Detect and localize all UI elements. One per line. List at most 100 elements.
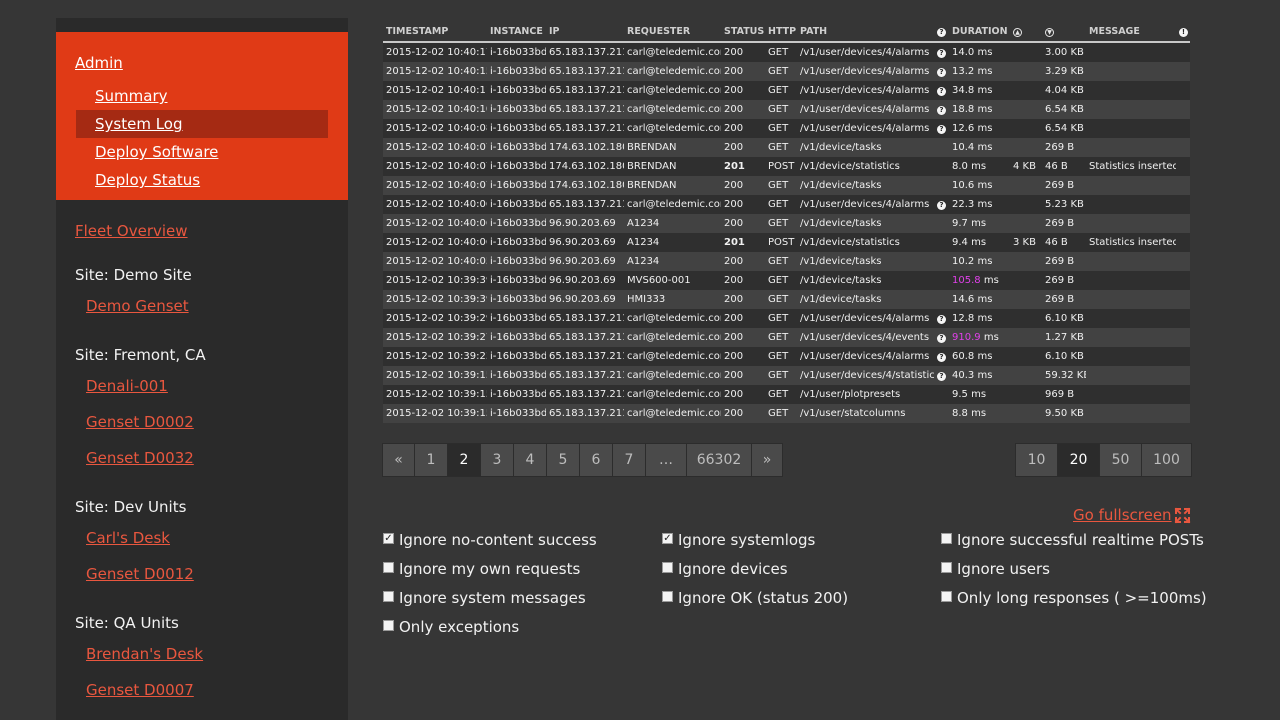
filter-option[interactable]: Ignore devices — [662, 559, 788, 579]
device-link-brendans-desk[interactable]: Brendan's Desk — [86, 645, 203, 663]
query-icon[interactable]: ? — [937, 334, 946, 343]
page-button[interactable]: 1 — [414, 443, 448, 477]
page-size-button-current[interactable]: 20 — [1057, 443, 1100, 477]
checkbox[interactable] — [941, 532, 952, 544]
table-row[interactable]: 2015-12-02 10:39:39 i-16b033bd 96.90.203.6… — [383, 290, 1190, 309]
query-icon[interactable]: ? — [937, 87, 946, 96]
filter-option[interactable]: Ignore users — [941, 559, 1050, 579]
table-row[interactable]: 2015-12-02 10:40:05 i-16b033bd 96.90.203.6… — [383, 252, 1190, 271]
table-row[interactable]: 2015-12-02 10:40:17 i-16b033bd 65.183.137.… — [383, 42, 1190, 62]
table-row[interactable]: 2015-12-02 10:40:07 i-16b033bd 174.63.102.… — [383, 157, 1190, 176]
device-link-genset-d0002[interactable]: Genset D0002 — [86, 413, 194, 431]
cell-ip: 65.183.137.211 — [546, 309, 624, 328]
table-row[interactable]: 2015-12-02 10:39:15 i-16b033bd 65.183.137.… — [383, 366, 1190, 385]
query-icon[interactable]: ? — [937, 353, 946, 362]
table-row[interactable]: 2015-12-02 10:39:39 i-16b033bd 96.90.203.6… — [383, 271, 1190, 290]
table-row[interactable]: 2015-12-02 10:40:10 i-16b033bd 65.183.137.… — [383, 100, 1190, 119]
col-header-upload[interactable]: ▲ — [1010, 22, 1042, 43]
col-header-download[interactable]: ▼ — [1042, 22, 1086, 43]
device-link-genset-d0007[interactable]: Genset D0007 — [86, 681, 194, 699]
table-row[interactable]: 2015-12-02 10:40:07 i-16b033bd 174.63.102.… — [383, 176, 1190, 195]
checkbox[interactable] — [941, 561, 952, 573]
device-link-denali-001[interactable]: Denali-001 — [86, 377, 168, 395]
admin-item-deploy-status[interactable]: Deploy Status — [76, 166, 328, 194]
col-header-http[interactable]: HTTP — [765, 22, 797, 43]
filter-option[interactable]: Ignore OK (status 200) — [662, 588, 848, 608]
col-header-exception[interactable]: ! — [1176, 22, 1190, 43]
cell-message: Statistics inserted — [1086, 233, 1176, 252]
device-link-carls-desk[interactable]: Carl's Desk — [86, 529, 170, 547]
col-header-instance[interactable]: INSTANCE — [487, 22, 546, 43]
col-header-ip[interactable]: IP — [546, 22, 624, 43]
query-icon[interactable]: ? — [937, 315, 946, 324]
page-button[interactable]: 7 — [612, 443, 646, 477]
table-row[interactable]: 2015-12-02 10:39:27 i-16b033bd 65.183.137.… — [383, 328, 1190, 347]
device-link-genset-d0012[interactable]: Genset D0012 — [86, 565, 194, 583]
filter-option[interactable]: Only long responses ( >=100ms) — [941, 588, 1207, 608]
table-row[interactable]: 2015-12-02 10:40:06 i-16b033bd 96.90.203.6… — [383, 214, 1190, 233]
query-icon[interactable]: ? — [937, 372, 946, 381]
filter-option[interactable]: Only exceptions — [383, 617, 519, 637]
admin-item-deploy-software[interactable]: Deploy Software — [76, 138, 328, 166]
table-row[interactable]: 2015-12-02 10:40:07 i-16b033bd 174.63.102.… — [383, 138, 1190, 157]
checkbox[interactable] — [662, 590, 673, 602]
table-row[interactable]: 2015-12-02 10:40:15 i-16b033bd 65.183.137.… — [383, 62, 1190, 81]
checkbox[interactable] — [383, 561, 394, 573]
table-row[interactable]: 2015-12-02 10:40:11 i-16b033bd 65.183.137.… — [383, 81, 1190, 100]
filter-option[interactable]: Ignore system messages — [383, 588, 586, 608]
col-header-requester[interactable]: REQUESTER — [624, 22, 721, 43]
page-size-button[interactable]: 50 — [1099, 443, 1142, 477]
checkbox[interactable] — [383, 590, 394, 602]
table-row[interactable]: 2015-12-02 10:40:06 i-16b033bd 96.90.203.6… — [383, 233, 1190, 252]
page-button[interactable]: 6 — [579, 443, 613, 477]
admin-item-system-log[interactable]: System Log — [76, 110, 328, 138]
col-header-query[interactable]: ? — [934, 22, 949, 43]
table-row[interactable]: 2015-12-02 10:39:15 i-16b033bd 65.183.137.… — [383, 385, 1190, 404]
admin-item-summary[interactable]: Summary — [76, 82, 328, 110]
col-header-duration[interactable]: DURATION — [949, 22, 1010, 43]
page-button[interactable]: 66302 — [686, 443, 752, 477]
col-header-status[interactable]: STATUS — [721, 22, 765, 43]
admin-link[interactable]: Admin — [75, 54, 123, 72]
fleet-overview-link[interactable]: Fleet Overview — [75, 222, 188, 240]
filter-option[interactable]: ✓ Ignore systemlogs — [662, 530, 815, 550]
table-row[interactable]: 2015-12-02 10:39:23 i-16b033bd 65.183.137.… — [383, 347, 1190, 366]
checkbox-checked[interactable]: ✓ — [383, 532, 394, 544]
query-icon[interactable]: ? — [937, 49, 946, 58]
page-button[interactable]: « — [382, 443, 415, 477]
page-button[interactable]: 5 — [546, 443, 580, 477]
query-icon[interactable]: ? — [937, 106, 946, 115]
table-row[interactable]: 2015-12-02 10:39:29 i-16b033bd 65.183.137.… — [383, 309, 1190, 328]
page-button-current[interactable]: 2 — [447, 443, 481, 477]
query-icon[interactable]: ? — [937, 125, 946, 134]
checkbox[interactable] — [662, 561, 673, 573]
page-button[interactable]: 4 — [513, 443, 547, 477]
page-button[interactable]: » — [751, 443, 783, 477]
checkbox[interactable] — [941, 590, 952, 602]
device-link-demo-genset[interactable]: Demo Genset — [86, 297, 189, 315]
query-icon[interactable]: ? — [937, 68, 946, 77]
cell-status: 200 — [721, 252, 765, 271]
cell-duration: 105.8 ms — [949, 271, 1010, 290]
filter-option[interactable]: ✓ Ignore no-content success — [383, 530, 597, 550]
filter-option[interactable]: Ignore successful realtime POSTs — [941, 530, 1204, 550]
device-link-genset-d0032[interactable]: Genset D0032 — [86, 449, 194, 467]
col-header-timestamp[interactable]: TIMESTAMP — [383, 22, 487, 43]
col-header-message[interactable]: MESSAGE — [1086, 22, 1176, 43]
page-button[interactable]: … — [645, 443, 687, 477]
filter-option[interactable]: Ignore my own requests — [383, 559, 580, 579]
checkbox-checked[interactable]: ✓ — [662, 532, 673, 544]
table-row[interactable]: 2015-12-02 10:40:08 i-16b033bd 65.183.137.… — [383, 119, 1190, 138]
fullscreen-icon[interactable] — [1174, 507, 1191, 524]
page-size-button[interactable]: 10 — [1015, 443, 1058, 477]
page-size-button[interactable]: 100 — [1141, 443, 1192, 477]
table-row[interactable]: 2015-12-02 10:40:06 i-16b033bd 65.183.137.… — [383, 195, 1190, 214]
col-header-path[interactable]: PATH — [797, 22, 934, 43]
query-icon[interactable]: ? — [937, 201, 946, 210]
go-fullscreen-link[interactable]: Go fullscreen — [1073, 506, 1172, 524]
table-row[interactable]: 2015-12-02 10:39:15 i-16b033bd 65.183.137.… — [383, 404, 1190, 423]
cell-download: 9.50 KB — [1042, 404, 1086, 423]
checkbox[interactable] — [383, 619, 394, 631]
page-button[interactable]: 3 — [480, 443, 514, 477]
cell-query: ? — [934, 100, 949, 119]
